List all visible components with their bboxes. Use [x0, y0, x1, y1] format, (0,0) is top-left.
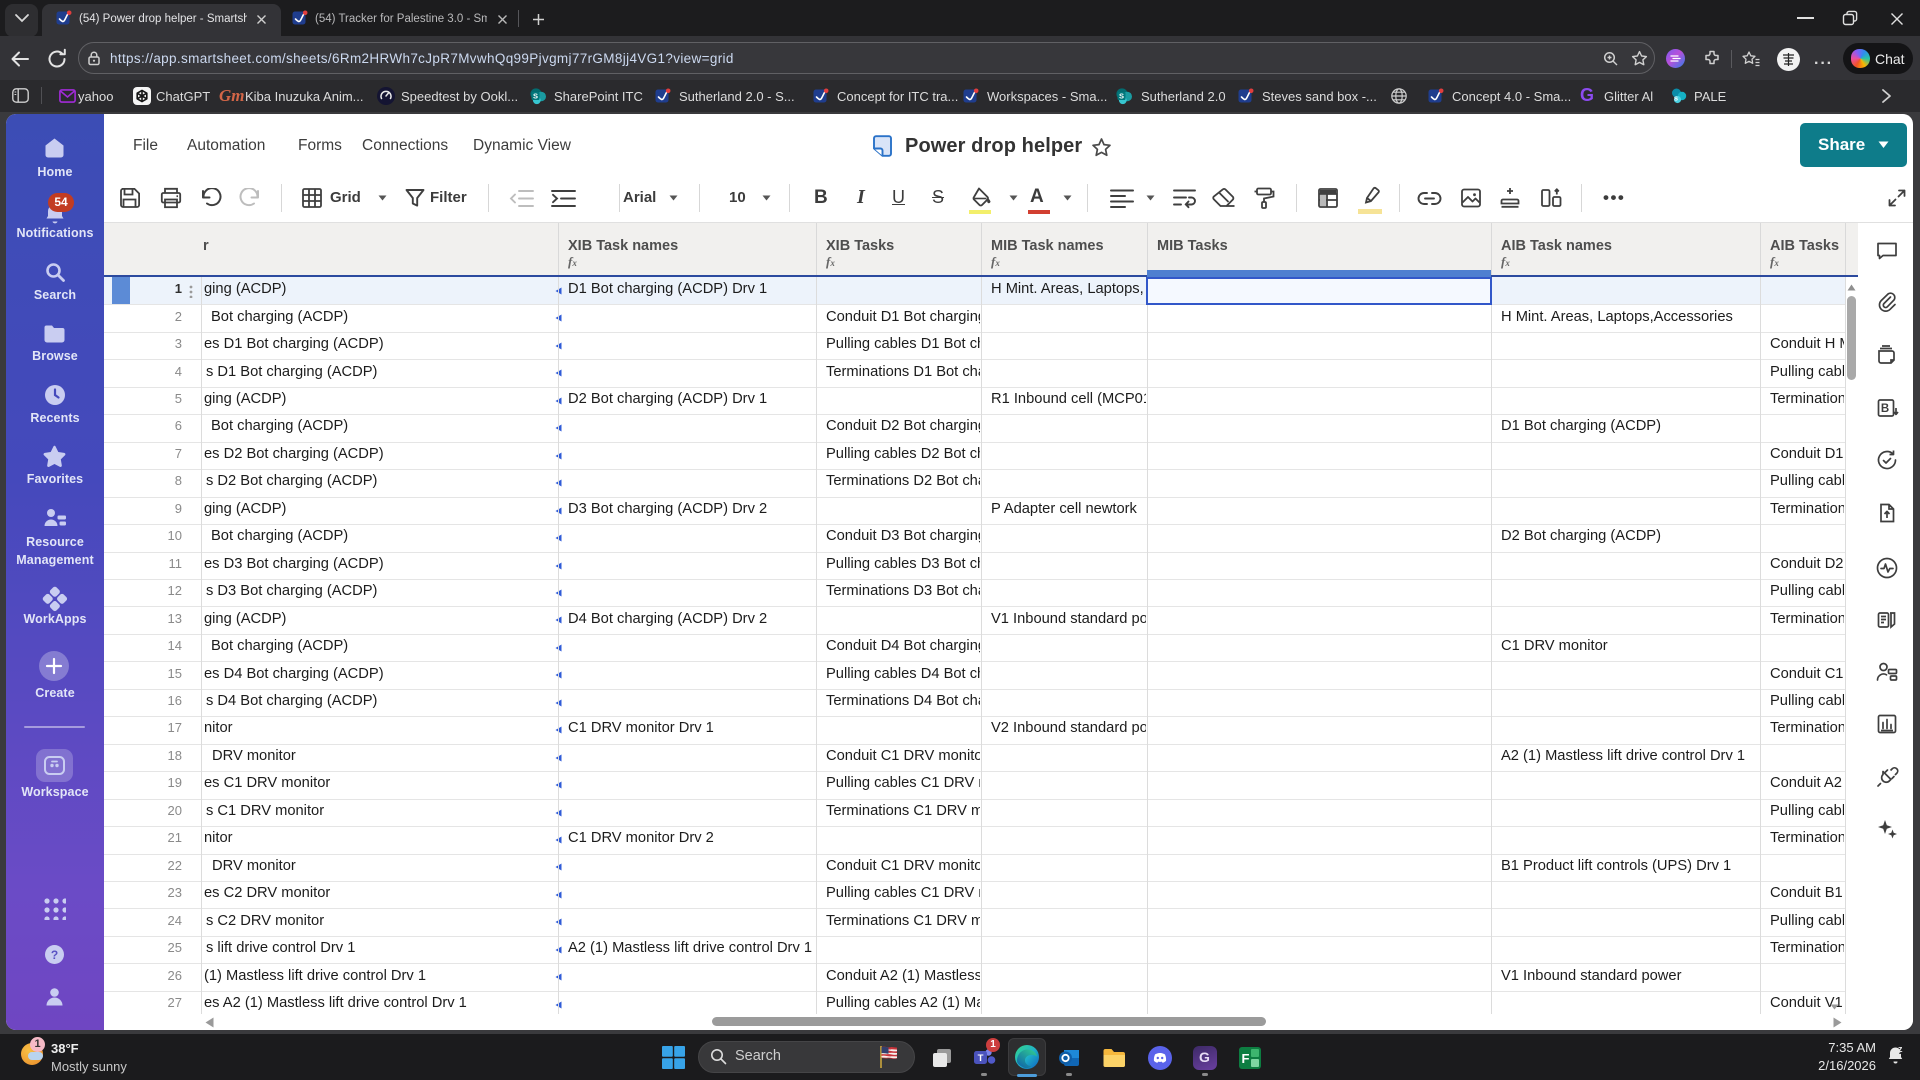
svg-text:?: ?: [51, 948, 58, 962]
svg-text:s: s: [1674, 93, 1678, 102]
svg-text:T: T: [978, 1053, 984, 1064]
svg-text:z: z: [1898, 1046, 1903, 1054]
svg-text:B: B: [1881, 403, 1889, 415]
svg-text:F: F: [1242, 1051, 1250, 1066]
svg-text:S: S: [1119, 92, 1124, 101]
svg-text:S: S: [533, 92, 538, 101]
